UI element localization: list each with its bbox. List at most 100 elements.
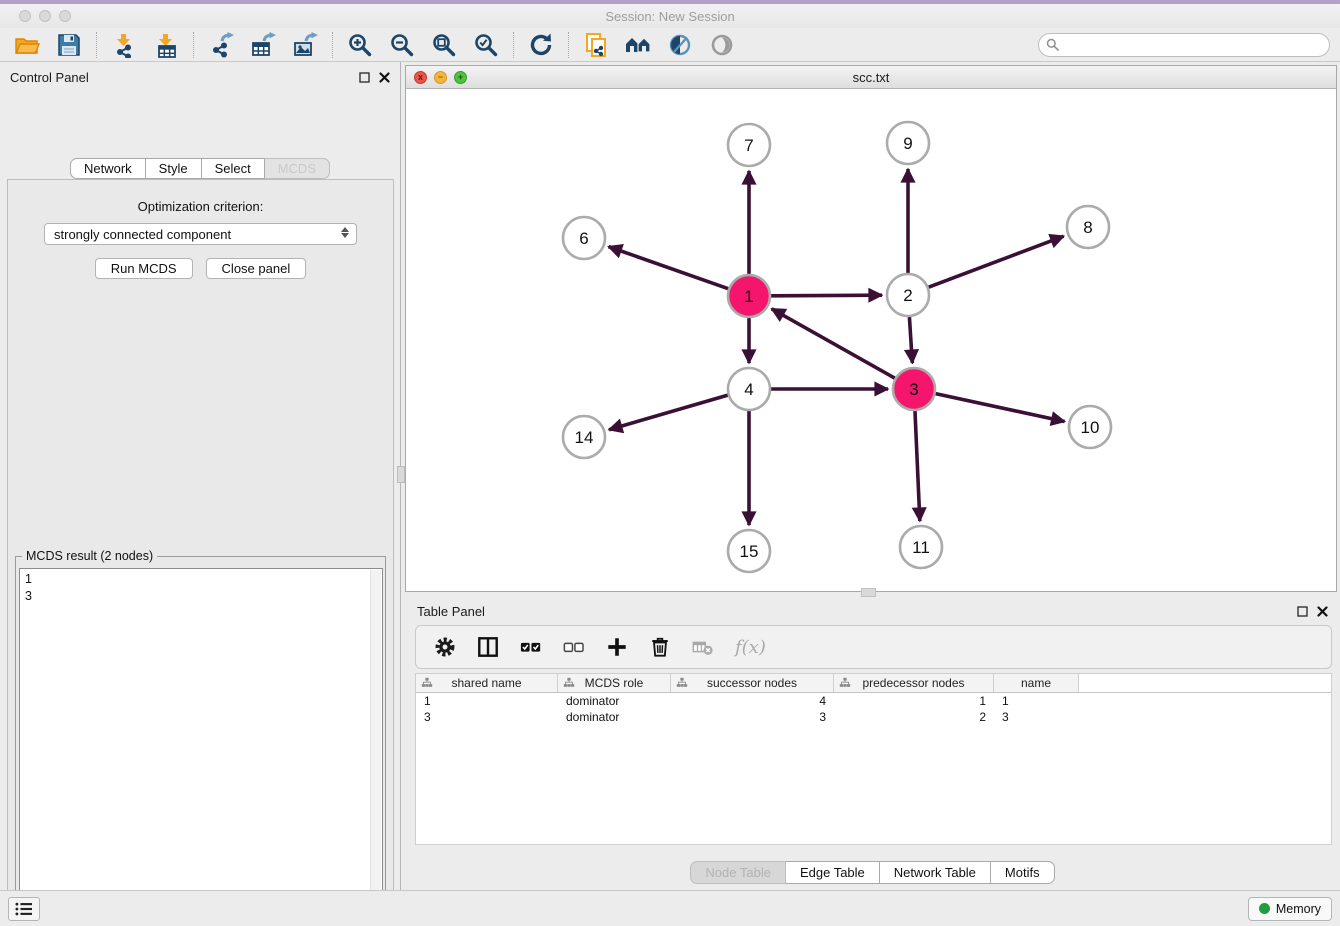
hierarchy-icon: [421, 677, 433, 692]
table-panel-header: Table Panel: [405, 599, 1340, 623]
float-table-panel-icon[interactable]: [1297, 606, 1308, 617]
graph-edge-3-11[interactable]: [915, 411, 920, 521]
mcds-result-textarea[interactable]: 1 3: [19, 568, 383, 924]
refresh-icon[interactable]: [528, 32, 554, 58]
export-table-icon[interactable]: [250, 32, 276, 58]
zoom-out-icon[interactable]: [389, 32, 415, 58]
table-row[interactable]: 3dominator323: [416, 709, 1331, 725]
graph-edge-1-6[interactable]: [609, 247, 729, 289]
select-stepper-icon: [341, 227, 349, 238]
network-view-window: x − + scc.txt 7968124314101511: [405, 65, 1337, 592]
close-table-panel-icon[interactable]: [1317, 606, 1328, 617]
memory-button[interactable]: Memory: [1248, 897, 1332, 921]
graph-node-label-10: 10: [1081, 418, 1100, 437]
node-table: shared name MCDS role successor nodes prede…: [415, 673, 1332, 845]
add-icon[interactable]: [606, 636, 628, 658]
tab-mcds[interactable]: MCDS: [265, 158, 330, 179]
close-panel-icon[interactable]: [379, 72, 390, 83]
column-label: predecessor nodes: [862, 676, 964, 690]
graph-node-label-8: 8: [1083, 218, 1092, 237]
clone-network-icon[interactable]: [583, 32, 609, 58]
column-header-predecessor-nodes[interactable]: predecessor nodes: [834, 674, 994, 692]
graph-edge-2-8[interactable]: [929, 236, 1064, 287]
column-header-successor-nodes[interactable]: successor nodes: [671, 674, 834, 692]
graph-edge-3-10[interactable]: [936, 394, 1065, 422]
column-header-name[interactable]: name: [994, 674, 1079, 692]
tab-network[interactable]: Network: [70, 158, 146, 179]
graph-node-label-2: 2: [903, 286, 912, 305]
graph-edge-2-3[interactable]: [909, 317, 912, 363]
mcds-result-title: MCDS result (2 nodes): [22, 549, 157, 563]
toggle-bird-view-icon[interactable]: [709, 32, 735, 58]
result-scrollbar[interactable]: [370, 570, 381, 924]
tab-motifs[interactable]: Motifs: [991, 861, 1055, 884]
table-panel-title: Table Panel: [417, 604, 485, 619]
mcds-panel: Optimization criterion: strongly connect…: [7, 179, 394, 926]
graph-node-label-7: 7: [744, 136, 753, 155]
import-network-icon[interactable]: [111, 32, 137, 58]
table-row[interactable]: 1dominator411: [416, 693, 1331, 709]
tab-edge-table[interactable]: Edge Table: [786, 861, 880, 884]
table-panel: Table Panel f(x) shared name MCDS role suc…: [405, 599, 1340, 890]
table-toolbar: f(x): [415, 625, 1332, 669]
list-icon: [14, 901, 34, 917]
tab-select[interactable]: Select: [202, 158, 265, 179]
graph-node-label-11: 11: [912, 538, 930, 557]
column-label: MCDS role: [585, 676, 644, 690]
search-icon: [1046, 38, 1059, 56]
deselect-all-icon[interactable]: [563, 636, 585, 658]
float-panel-icon[interactable]: [359, 72, 370, 83]
memory-status-icon: [1259, 903, 1270, 914]
mcds-result-lines: 1 3: [20, 569, 382, 607]
hierarchy-icon: [563, 677, 575, 692]
columns-icon[interactable]: [477, 636, 499, 658]
control-panel-header: Control Panel: [0, 62, 400, 92]
graph-edge-3-1[interactable]: [772, 309, 895, 378]
horizontal-splitter[interactable]: [405, 592, 1340, 599]
hierarchy-icon: [839, 677, 851, 692]
main-toolbar: [0, 28, 1340, 62]
export-network-icon[interactable]: [208, 32, 234, 58]
run-mcds-button[interactable]: Run MCDS: [95, 258, 193, 279]
trash-icon[interactable]: [649, 636, 671, 658]
network-canvas[interactable]: 7968124314101511: [406, 89, 1336, 591]
zoom-fit-icon[interactable]: [431, 32, 457, 58]
table-cell: 1: [416, 693, 558, 709]
open-icon[interactable]: [14, 32, 40, 58]
column-header-MCDS-role[interactable]: MCDS role: [558, 674, 671, 692]
table-cell: 3: [994, 709, 1079, 725]
tab-node-table[interactable]: Node Table: [690, 861, 786, 884]
graph-edge-1-2[interactable]: [771, 295, 882, 296]
gear-icon[interactable]: [434, 636, 456, 658]
mcds-result-group: MCDS result (2 nodes) 1 3: [15, 556, 386, 926]
first-neighbors-icon[interactable]: [625, 32, 651, 58]
export-image-icon[interactable]: [292, 32, 318, 58]
table-cell: 1: [994, 693, 1079, 709]
status-bar: Memory: [0, 890, 1340, 926]
delete-table-icon: [692, 636, 714, 658]
zoom-in-icon[interactable]: [347, 32, 373, 58]
table-cell: 2: [834, 709, 994, 725]
column-header-shared-name[interactable]: shared name: [416, 674, 558, 692]
search-input[interactable]: [1038, 33, 1330, 57]
zoom-selected-icon[interactable]: [473, 32, 499, 58]
import-table-icon[interactable]: [153, 32, 179, 58]
hide-details-icon[interactable]: [667, 32, 693, 58]
close-panel-button[interactable]: Close panel: [206, 258, 307, 279]
criterion-select[interactable]: strongly connected component: [44, 223, 357, 245]
control-panel-title: Control Panel: [10, 70, 89, 85]
column-label: successor nodes: [707, 676, 797, 690]
graph-node-label-6: 6: [579, 229, 588, 248]
save-icon[interactable]: [56, 32, 82, 58]
graph-node-label-9: 9: [903, 134, 912, 153]
tab-network-table[interactable]: Network Table: [880, 861, 991, 884]
application-window: Session: New Session Control Panel Netwo…: [0, 0, 1340, 926]
tab-style[interactable]: Style: [146, 158, 202, 179]
horizontal-splitter-grip[interactable]: [861, 588, 876, 597]
graph-edge-4-14[interactable]: [609, 395, 728, 430]
table-cell: 1: [834, 693, 994, 709]
vertical-splitter-grip[interactable]: [397, 466, 405, 483]
select-all-icon[interactable]: [520, 636, 542, 658]
table-cell: dominator: [558, 693, 671, 709]
task-history-button[interactable]: [8, 897, 40, 921]
